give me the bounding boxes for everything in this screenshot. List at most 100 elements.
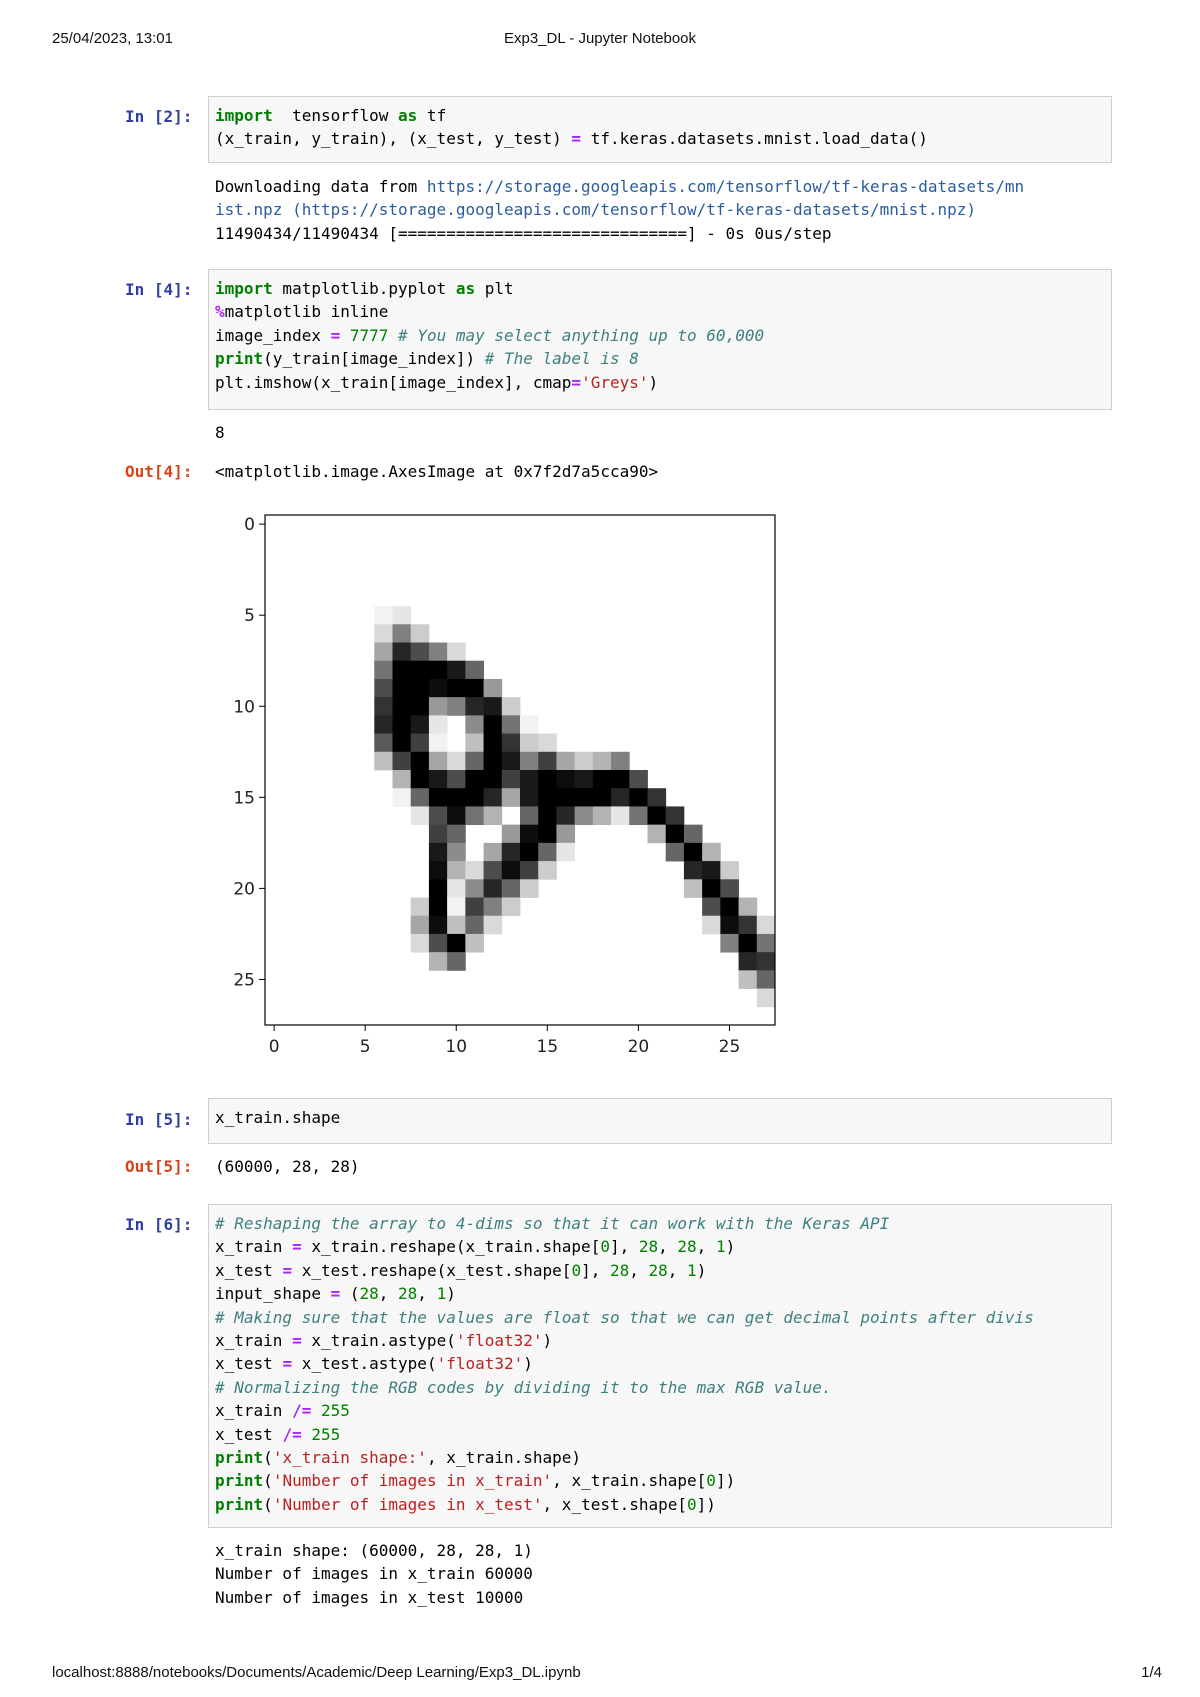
image-pixel [428, 806, 448, 826]
image-pixel [647, 806, 667, 826]
image-pixel [410, 733, 430, 753]
image-pixel [683, 879, 703, 898]
image-pixel [520, 842, 539, 862]
code-cell-4-source[interactable]: # Reshaping the array to 4-dims so that … [215, 1212, 1105, 1516]
image-pixel [428, 678, 448, 698]
image-pixel [647, 788, 667, 807]
image-pixel [392, 678, 412, 698]
image-pixel [738, 933, 758, 953]
image-pixel [520, 733, 539, 753]
code-cell-1-source[interactable]: import tensorflow as tf (x_train, y_trai… [215, 104, 1105, 151]
print-footer-url: localhost:8888/notebooks/Documents/Acade… [52, 1664, 581, 1681]
image-pixel [483, 751, 503, 771]
code-cell-3[interactable]: x_train.shape [208, 1098, 1112, 1144]
image-pixel [465, 897, 484, 917]
code-cell-2[interactable]: import matplotlib.pyplot as plt %matplot… [208, 269, 1112, 410]
image-pixel [447, 806, 466, 826]
cell-3-result: (60000, 28, 28) [215, 1157, 360, 1176]
image-pixel [447, 897, 466, 917]
cell-2-stdout: 8 [215, 423, 225, 442]
image-pixel [392, 751, 412, 771]
x-tick-label: 20 [628, 1037, 650, 1057]
cell-prompt-in-6: In [6]: [125, 1215, 193, 1234]
image-pixel [556, 770, 576, 789]
image-pixel [428, 770, 448, 789]
image-pixel [556, 788, 576, 807]
image-pixel [720, 933, 739, 953]
image-pixel [428, 824, 448, 844]
x-tick-label: 15 [537, 1037, 559, 1057]
image-pixel [538, 824, 557, 844]
image-pixel [374, 697, 393, 716]
image-pixel [756, 952, 776, 971]
image-pixel [447, 915, 466, 935]
y-axis-ticks: 0 5 10 15 20 25 [233, 515, 265, 990]
image-pixel [428, 715, 448, 734]
image-pixel [483, 788, 503, 807]
image-pixel [410, 770, 430, 789]
image-pixel [465, 697, 484, 716]
image-pixel [410, 624, 430, 643]
image-pixel [574, 751, 594, 771]
image-pixel [556, 842, 576, 862]
image-pixel [374, 733, 393, 753]
y-tick-label: 20 [233, 879, 255, 899]
image-pixel [428, 842, 448, 862]
image-pixel [392, 770, 412, 789]
image-pixel [374, 678, 393, 698]
image-pixel [410, 642, 430, 662]
image-pixel [720, 897, 739, 917]
image-pixel [447, 678, 466, 698]
image-pixel [538, 751, 557, 771]
image-pixel [556, 824, 576, 844]
image-pixels [374, 606, 776, 1008]
code-cell-3-source[interactable]: x_train.shape [215, 1106, 1105, 1129]
image-pixel [574, 788, 594, 807]
image-pixel [374, 715, 393, 734]
image-pixel [520, 861, 539, 880]
image-pixel [501, 842, 521, 862]
image-pixel [738, 970, 758, 989]
image-pixel [574, 770, 594, 789]
image-pixel [410, 915, 430, 935]
image-pixel [629, 806, 648, 826]
image-pixel [483, 715, 503, 734]
image-pixel [465, 770, 484, 789]
image-pixel [756, 933, 776, 953]
image-pixel [465, 915, 484, 935]
image-pixel [447, 770, 466, 789]
image-pixel [392, 606, 412, 625]
image-pixel [683, 861, 703, 880]
cell-4-output: x_train shape: (60000, 28, 28, 1) Number… [215, 1541, 533, 1607]
print-footer-page: 1/4 [1141, 1664, 1162, 1681]
image-pixel [611, 788, 630, 807]
x-tick-label: 0 [269, 1037, 280, 1057]
code-cell-1[interactable]: import tensorflow as tf (x_train, y_trai… [208, 96, 1112, 163]
image-pixel [410, 897, 430, 917]
image-pixel [410, 788, 430, 807]
image-pixel [428, 952, 448, 971]
code-cell-2-source[interactable]: import matplotlib.pyplot as plt %matplot… [215, 277, 1105, 394]
image-pixel [483, 915, 503, 935]
image-pixel [738, 952, 758, 971]
image-pixel [410, 806, 430, 826]
image-pixel [410, 933, 430, 953]
image-pixel [483, 806, 503, 826]
image-pixel [483, 842, 503, 862]
image-pixel [410, 751, 430, 771]
image-pixel [374, 624, 393, 643]
image-pixel [665, 842, 685, 862]
mnist-image-plot: 0 5 10 15 20 25 0 5 10 15 20 25 [233, 514, 776, 1057]
image-pixel [410, 715, 430, 734]
image-pixel [720, 861, 739, 880]
image-pixel [501, 897, 521, 917]
image-pixel [483, 879, 503, 898]
image-pixel [428, 751, 448, 771]
image-pixel [465, 933, 484, 953]
image-pixel [483, 861, 503, 880]
image-pixel [374, 606, 393, 625]
code-cell-4[interactable]: # Reshaping the array to 4-dims so that … [208, 1204, 1112, 1528]
y-tick-label: 15 [233, 788, 255, 808]
image-pixel [465, 715, 484, 734]
cell-prompt-out-4: Out[4]: [125, 462, 193, 481]
